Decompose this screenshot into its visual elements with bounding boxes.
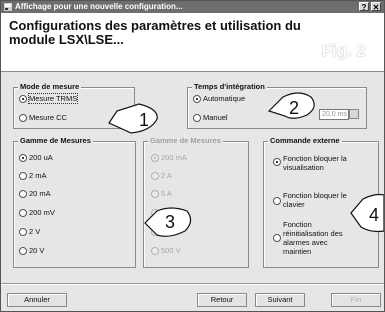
radio-range-200ua[interactable] — [19, 154, 27, 162]
page-title: Configurations des paramètres et utilisa… — [9, 18, 301, 47]
option-label: Mesure CC — [29, 113, 67, 122]
option-label: 500 V — [161, 246, 181, 255]
option-label: 2 A — [161, 171, 172, 180]
option-label: 20 mA — [29, 189, 51, 198]
configuration-dialog: Affichage pour une nouvelle configuratio… — [0, 0, 385, 312]
option-label: Manuel — [203, 113, 228, 122]
option-label: 200 mV — [29, 208, 55, 217]
option-label: 5 A — [161, 189, 172, 198]
radio-range-hidden — [151, 209, 159, 217]
window-title: Affichage pour une nouvelle configuratio… — [15, 2, 183, 11]
radio-range-5a — [151, 190, 159, 198]
radio-bloquer-visualisation[interactable] — [273, 158, 281, 166]
radio-range-20v[interactable] — [19, 247, 27, 255]
radio-bloquer-clavier[interactable] — [273, 197, 281, 205]
radio-range-2a — [151, 172, 159, 180]
group-title: Mode de mesure — [18, 82, 82, 91]
next-button[interactable]: Suivant — [255, 293, 305, 307]
option-label: Automatique — [203, 94, 246, 103]
option-label: Fonction bloquer le clavier — [283, 191, 347, 209]
close-button[interactable]: ✕ — [371, 2, 381, 12]
group-title: Gamme de Mesures — [18, 136, 93, 145]
title-bar: Affichage pour une nouvelle configuratio… — [1, 1, 384, 13]
radio-range-2v[interactable] — [19, 228, 27, 236]
group-title: Temps d'intégration — [192, 82, 267, 91]
radio-range-hidden — [151, 228, 159, 236]
footer-divider — [1, 283, 384, 285]
radio-range-2ma[interactable] — [19, 172, 27, 180]
figure-label: Fig. 2 — [321, 41, 366, 60]
option-label: 2 mA — [29, 171, 47, 180]
option-label: 20 V — [29, 246, 45, 255]
radio-range-20ma[interactable] — [19, 190, 27, 198]
radio-range-200ma — [151, 154, 159, 162]
group-title: Commande externe — [268, 136, 342, 145]
option-label: Mesure TRMS — [27, 93, 79, 104]
radio-mesure-cc[interactable] — [19, 114, 27, 122]
integration-time-input[interactable]: 20,0 ms — [319, 109, 349, 120]
dialog-header: Configurations des paramètres et utilisa… — [1, 13, 384, 72]
cancel-button[interactable]: Annuler — [7, 293, 67, 307]
radio-automatique[interactable] — [193, 95, 201, 103]
finish-button: Fin — [331, 293, 381, 307]
callout-number: 1 — [139, 110, 149, 130]
back-button[interactable]: Retour — [197, 293, 247, 307]
option-label: 2 V — [29, 227, 41, 236]
radio-mesure-trms[interactable] — [19, 95, 27, 103]
help-button[interactable]: ? — [359, 2, 369, 12]
option-label: 200 mA — [161, 153, 187, 162]
radio-reinit-alarmes[interactable] — [273, 234, 281, 242]
app-icon — [4, 3, 12, 11]
spinner-button[interactable] — [349, 109, 359, 119]
radio-range-200mv[interactable] — [19, 209, 27, 217]
option-label: Fonction réinitialisation des alarmes av… — [283, 220, 343, 256]
group-title: Gamme de Mesures — [148, 136, 223, 145]
option-label: 200 uA — [29, 153, 53, 162]
radio-manuel[interactable] — [193, 114, 201, 122]
option-label: Fonction bloquer la visualisation — [283, 154, 347, 172]
radio-range-500v — [151, 247, 159, 255]
group-gamme-mesures-disabled: Gamme de Mesures — [143, 136, 249, 268]
